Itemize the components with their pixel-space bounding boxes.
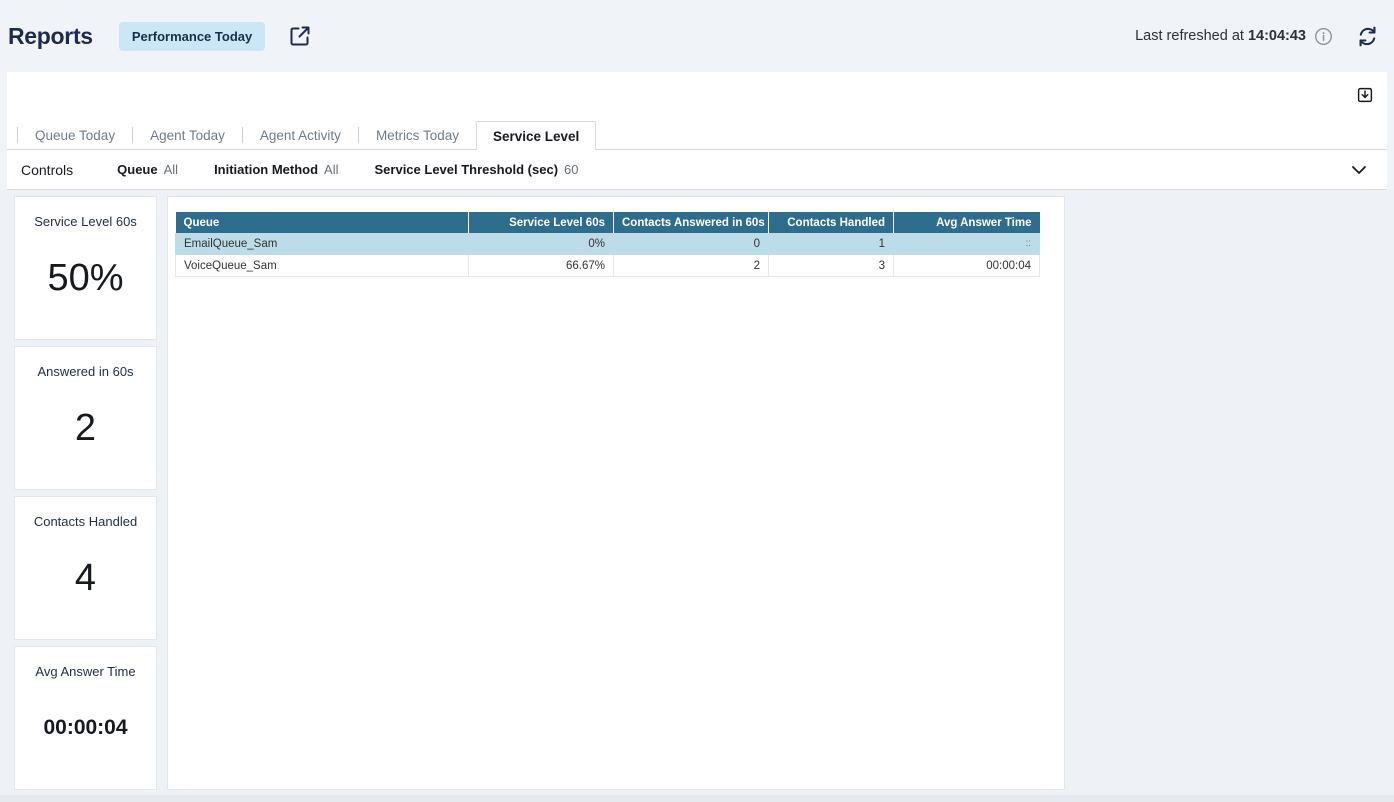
table-cell: 2 xyxy=(614,255,769,277)
refresh-icon[interactable] xyxy=(1357,26,1378,47)
table-cell: EmailQueue_Sam xyxy=(176,233,469,255)
filter-label: Service Level Threshold (sec) xyxy=(375,162,559,177)
page-header: Reports Performance Today Last refreshed… xyxy=(0,0,1394,72)
filter-initiation-method[interactable]: Initiation Method All xyxy=(214,161,338,179)
table-cell: 66.67% xyxy=(469,255,614,277)
tab-queue-today[interactable]: Queue Today xyxy=(18,128,132,143)
chevron-down-icon[interactable] xyxy=(1349,160,1369,180)
kpi-card-answered-in-60s: Answered in 60s2 xyxy=(14,346,157,490)
table-cell: 0% xyxy=(469,233,614,255)
kpi-card-contacts-handled: Contacts Handled4 xyxy=(14,496,157,640)
kpi-card-service-level-60s: Service Level 60s50% xyxy=(14,196,157,340)
dashboard-body: Service Level 60s50%Answered in 60s2Cont… xyxy=(0,190,1394,795)
kpi-value: 50% xyxy=(47,229,123,327)
external-link-icon[interactable] xyxy=(289,25,311,47)
table-cell: :: xyxy=(894,233,1040,255)
table-header-row: QueueService Level 60sContacts Answered … xyxy=(176,212,1040,233)
last-refreshed-text: Last refreshed at 14:04:43 xyxy=(1135,28,1306,44)
controls-bar: Controls Queue All Initiation Method All Ser… xyxy=(7,150,1387,190)
export-icon[interactable] xyxy=(1356,86,1374,104)
kpi-card-avg-answer-time: Avg Answer Time00:00:04 xyxy=(14,646,157,790)
table-cell: VoiceQueue_Sam xyxy=(176,255,469,277)
filter-label: Queue xyxy=(117,162,157,177)
page-title: Reports xyxy=(8,23,93,50)
horizontal-scrollbar[interactable] xyxy=(0,795,1394,802)
column-header-service-level-60s[interactable]: Service Level 60s xyxy=(469,212,614,233)
table-cell: 0 xyxy=(614,233,769,255)
last-refreshed-time: 14:04:43 xyxy=(1248,28,1306,44)
filter-label: Initiation Method xyxy=(214,162,318,177)
tabs: Queue TodayAgent TodayAgent ActivityMetr… xyxy=(7,121,1387,150)
kpi-title: Service Level 60s xyxy=(34,214,137,229)
tab-service-level[interactable]: Service Level xyxy=(476,121,596,150)
kpi-value: 00:00:04 xyxy=(43,679,127,777)
filter-value: All xyxy=(164,162,178,177)
column-header-contacts-answered-in-60s[interactable]: Contacts Answered in 60s xyxy=(614,212,769,233)
column-header-avg-answer-time[interactable]: Avg Answer Time xyxy=(894,212,1040,233)
table-head: QueueService Level 60sContacts Answered … xyxy=(176,212,1040,233)
kpi-title: Avg Answer Time xyxy=(35,664,135,679)
kpi-title: Answered in 60s xyxy=(37,364,133,379)
tab-agent-today[interactable]: Agent Today xyxy=(133,128,242,143)
controls-filters: Queue All Initiation Method All Service Leve… xyxy=(117,161,614,179)
info-icon[interactable] xyxy=(1314,27,1333,46)
kpi-value: 4 xyxy=(75,529,96,627)
kpi-title: Contacts Handled xyxy=(34,514,137,529)
reports-page: Reports Performance Today Last refreshed… xyxy=(0,0,1394,802)
kpi-value: 2 xyxy=(75,379,96,477)
last-refreshed-prefix: Last refreshed at xyxy=(1135,28,1248,44)
filter-service-level-threshold-sec[interactable]: Service Level Threshold (sec) 60 xyxy=(375,161,579,179)
filter-queue[interactable]: Queue All xyxy=(117,161,178,179)
controls-title: Controls xyxy=(21,162,73,178)
table-body: EmailQueue_Sam0%01::VoiceQueue_Sam66.67%… xyxy=(176,233,1040,277)
filter-value: 60 xyxy=(564,162,578,177)
tab-metrics-today[interactable]: Metrics Today xyxy=(359,128,476,143)
table-cell: 00:00:04 xyxy=(894,255,1040,277)
header-right: Last refreshed at 14:04:43 xyxy=(1135,26,1378,47)
table-row[interactable]: EmailQueue_Sam0%01:: xyxy=(176,233,1040,255)
panel-toolbar xyxy=(7,72,1387,121)
tab-agent-activity[interactable]: Agent Activity xyxy=(243,128,358,143)
report-type-badge[interactable]: Performance Today xyxy=(119,22,265,51)
column-header-contacts-handled[interactable]: Contacts Handled xyxy=(769,212,894,233)
service-level-table: QueueService Level 60sContacts Answered … xyxy=(175,212,1040,277)
filter-value: All xyxy=(324,162,338,177)
table-card: QueueService Level 60sContacts Answered … xyxy=(167,196,1065,790)
table-cell: 1 xyxy=(769,233,894,255)
table-row[interactable]: VoiceQueue_Sam66.67%2300:00:04 xyxy=(176,255,1040,277)
table-cell: 3 xyxy=(769,255,894,277)
column-header-queue[interactable]: Queue xyxy=(176,212,469,233)
dashboard-panel: Queue TodayAgent TodayAgent ActivityMetr… xyxy=(7,72,1387,190)
